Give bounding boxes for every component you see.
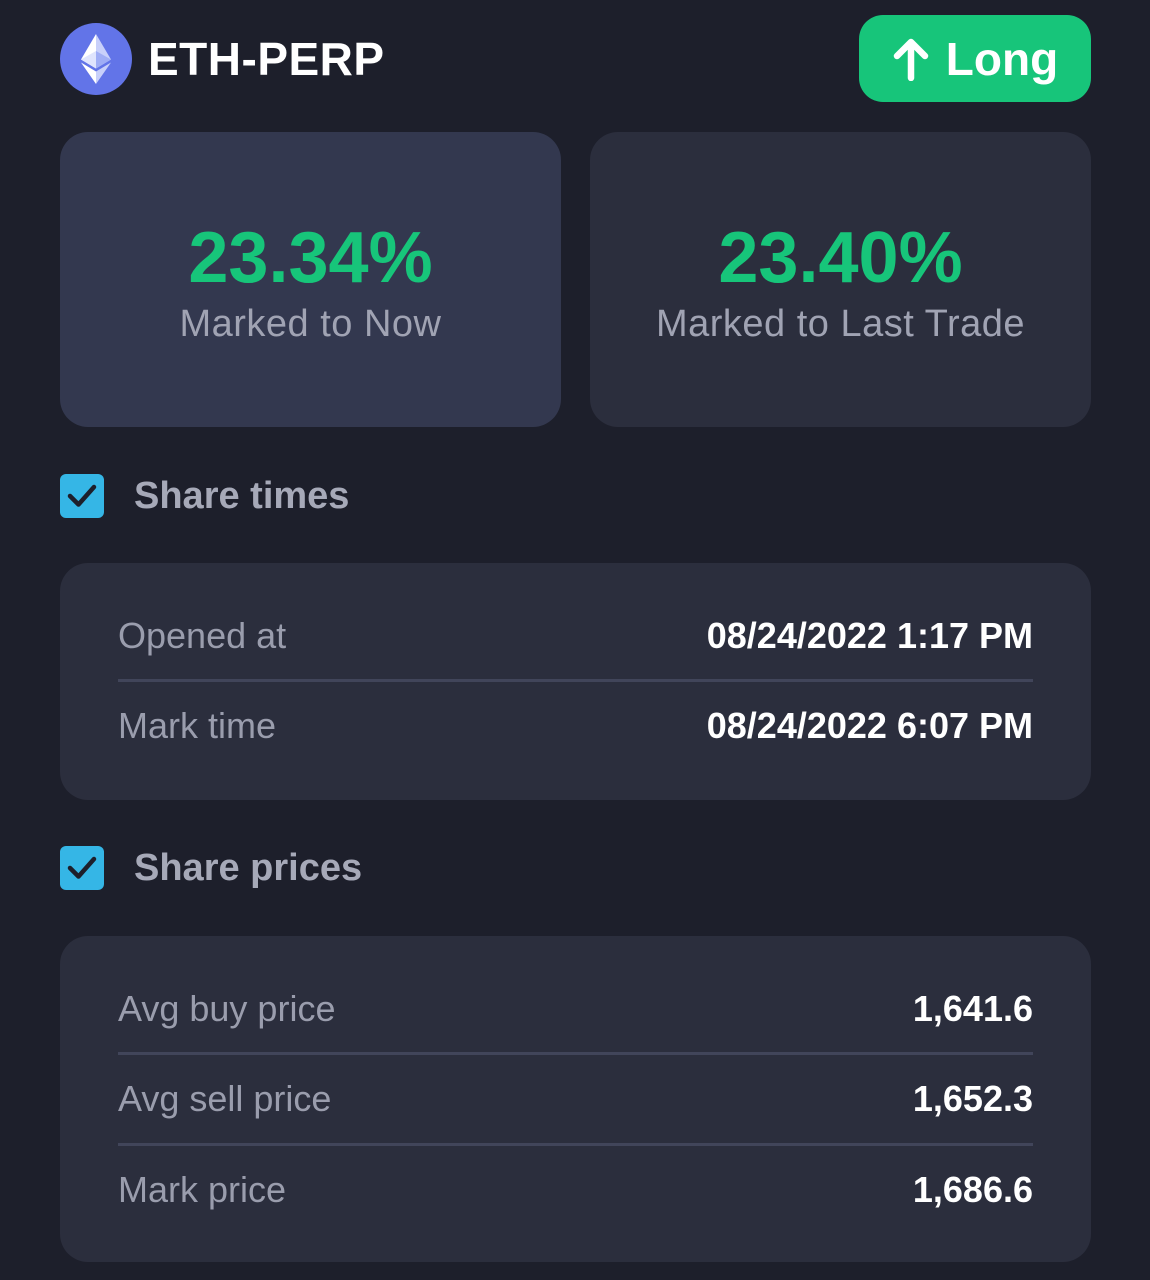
share-prices-label: Share prices (134, 847, 363, 889)
side-label: Long (945, 32, 1059, 85)
long-badge: Long (859, 15, 1091, 102)
mark-time-value: 08/24/2022 6:07 PM (706, 705, 1033, 746)
prices-row-avg-buy: Avg buy price 1,641.6 (118, 964, 1033, 1054)
checkmark-icon (67, 484, 97, 507)
avg-sell-price-value: 1,652.3 (912, 1078, 1033, 1119)
pnl-label-last-trade: Marked to Last Trade (655, 303, 1026, 345)
mark-price-label: Mark price (118, 1169, 287, 1210)
avg-sell-price-label: Avg sell price (118, 1078, 332, 1119)
share-times-option[interactable]: Share times (60, 474, 660, 518)
share-times-label: Share times (134, 475, 350, 517)
times-card: Opened at 08/24/2022 1:17 PM Mark time 0… (60, 563, 1091, 800)
opened-at-label: Opened at (118, 615, 287, 656)
pnl-card-marked-to-last-trade[interactable]: 23.40% Marked to Last Trade (590, 132, 1091, 427)
share-prices-checkbox[interactable] (60, 846, 104, 890)
pnl-label-now: Marked to Now (179, 303, 442, 345)
share-times-checkbox[interactable] (60, 474, 104, 518)
mark-time-label: Mark time (118, 705, 277, 746)
opened-at-value: 08/24/2022 1:17 PM (706, 615, 1033, 656)
checkmark-icon (67, 856, 97, 879)
arrow-up-icon (893, 38, 929, 81)
ethereum-icon (60, 23, 132, 95)
market-title: ETH-PERP (148, 33, 385, 85)
pnl-value-now: 23.34% (188, 218, 433, 298)
header: ETH-PERP Long (60, 15, 1091, 103)
avg-buy-price-value: 1,641.6 (912, 988, 1033, 1029)
pnl-card-marked-to-now[interactable]: 23.34% Marked to Now (60, 132, 561, 427)
avg-buy-price-label: Avg buy price (118, 988, 336, 1029)
times-row-opened: Opened at 08/24/2022 1:17 PM (118, 591, 1033, 681)
pnl-value-last-trade: 23.40% (718, 218, 963, 298)
times-row-mark: Mark time 08/24/2022 6:07 PM (118, 681, 1033, 771)
prices-card: Avg buy price 1,641.6 Avg sell price 1,6… (60, 936, 1091, 1262)
share-prices-option[interactable]: Share prices (60, 846, 660, 890)
prices-row-avg-sell: Avg sell price 1,652.3 (118, 1054, 1033, 1144)
prices-row-mark: Mark price 1,686.6 (118, 1145, 1033, 1235)
mark-price-value: 1,686.6 (912, 1169, 1033, 1210)
